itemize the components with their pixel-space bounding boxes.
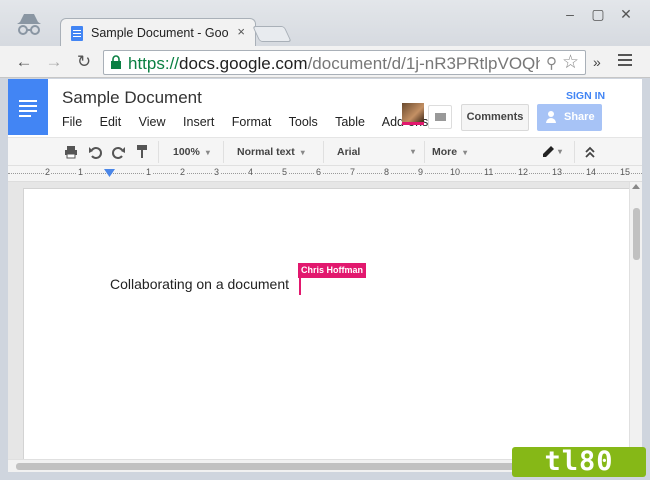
close-window-button[interactable]: ✕	[614, 6, 638, 23]
search-icon[interactable]: ⚲	[546, 54, 557, 72]
toolbar-separator	[323, 141, 324, 163]
undo-icon[interactable]	[88, 145, 102, 159]
ruler-number: 1	[77, 167, 85, 177]
share-button[interactable]: Share	[537, 104, 602, 131]
browser-menu-icon[interactable]	[618, 54, 632, 68]
window-frame-right	[642, 79, 650, 480]
ruler-number: 7	[349, 167, 357, 177]
ruler-number: 10	[449, 167, 462, 177]
scroll-up-arrow-icon[interactable]	[632, 184, 640, 189]
toolbar-separator	[158, 141, 159, 163]
site-watermark-logo: tl80	[512, 447, 646, 477]
toolbar-separator	[223, 141, 224, 163]
window-frame-left	[0, 79, 8, 480]
menu-edit[interactable]: Edit	[100, 115, 122, 129]
document-title[interactable]: Sample Document	[62, 88, 202, 108]
document-body-text[interactable]: Collaborating on a document	[110, 276, 289, 292]
ruler[interactable]: 2 1 1 2 3 4 5 6 7 8 9 10 11 12 13 14 15	[8, 166, 642, 182]
maximize-button[interactable]: ▢	[586, 6, 610, 23]
paint-format-icon[interactable]	[136, 144, 148, 159]
person-icon	[546, 111, 556, 123]
address-bar[interactable]: https://docs.google.com/document/d/1j-nR…	[103, 50, 586, 75]
sign-in-link[interactable]: SIGN IN	[566, 90, 605, 102]
bookmark-star-icon[interactable]: ☆	[562, 51, 579, 74]
chevron-down-icon[interactable]: ▾	[558, 143, 562, 161]
paragraph-style-select[interactable]: Normal text ▾	[237, 143, 305, 161]
new-tab-button[interactable]	[252, 26, 292, 42]
menu-table[interactable]: Table	[335, 115, 365, 129]
extensions-overflow-icon[interactable]: »	[593, 54, 601, 70]
comments-button[interactable]: Comments	[461, 104, 529, 131]
font-select[interactable]: Arial ▾	[337, 143, 415, 161]
ruler-number: 9	[417, 167, 425, 177]
menu-insert[interactable]: Insert	[183, 115, 214, 129]
tab-close-icon[interactable]: ×	[237, 24, 245, 39]
ruler-number: 3	[213, 167, 221, 177]
ruler-number: 1	[145, 167, 153, 177]
browser-nav-bar: ← → ↻ https://docs.google.com/document/d…	[0, 46, 650, 78]
collapse-chevron-icon[interactable]	[584, 146, 596, 158]
ruler-number: 5	[281, 167, 289, 177]
minimize-button[interactable]: –	[558, 6, 582, 22]
lock-icon	[111, 55, 121, 69]
menu-format[interactable]: Format	[232, 115, 272, 129]
toolbar-separator	[424, 141, 425, 163]
menu-file[interactable]: File	[62, 115, 82, 129]
menu-tools[interactable]: Tools	[289, 115, 318, 129]
collaborator-cursor	[299, 277, 301, 295]
ruler-number: 2	[179, 167, 187, 177]
docs-home-icon[interactable]	[8, 79, 48, 135]
menu-view[interactable]: View	[139, 115, 166, 129]
docs-menu-bar: File Edit View Insert Format Tools Table…	[62, 115, 442, 129]
tab-title: Sample Document - Goog	[91, 26, 229, 40]
ruler-number: 11	[483, 167, 495, 177]
ruler-number: 15	[619, 167, 632, 177]
document-page[interactable]: Collaborating on a document Chris Hoffma…	[23, 188, 630, 463]
document-canvas: Collaborating on a document Chris Hoffma…	[8, 182, 630, 463]
comment-icon[interactable]	[428, 105, 452, 129]
docs-header: Sample Document File Edit View Insert Fo…	[8, 79, 642, 137]
vertical-scrollbar[interactable]	[629, 182, 642, 459]
print-icon[interactable]	[64, 145, 78, 159]
horizontal-scroll-thumb[interactable]	[16, 463, 524, 470]
ruler-number: 12	[517, 167, 530, 177]
ruler-number: 6	[315, 167, 323, 177]
browser-title-bar: Sample Document - Goog × – ▢ ✕	[0, 0, 650, 46]
collaborator-avatar[interactable]	[402, 103, 424, 125]
reload-icon[interactable]: ↻	[72, 50, 96, 74]
ruler-number: 8	[383, 167, 391, 177]
ruler-number: 14	[585, 167, 598, 177]
docs-toolbar: 100% ▾ Normal text ▾ Arial ▾ More ▾ ▾	[8, 137, 642, 166]
incognito-icon	[17, 14, 41, 35]
ruler-ticks	[8, 173, 642, 174]
forward-arrow-icon[interactable]: →	[42, 50, 66, 74]
collaborator-cursor-label: Chris Hoffman	[298, 263, 367, 278]
redo-icon[interactable]	[112, 145, 126, 159]
back-arrow-icon[interactable]: ←	[12, 50, 36, 74]
ruler-number: 2	[44, 167, 52, 177]
zoom-select[interactable]: 100% ▾	[173, 143, 210, 161]
vertical-scroll-thumb[interactable]	[633, 208, 640, 260]
edit-pencil-icon[interactable]	[540, 144, 556, 160]
url-text: https://docs.google.com/document/d/1j-nR…	[128, 54, 540, 73]
ruler-number: 13	[551, 167, 564, 177]
ruler-number: 4	[247, 167, 255, 177]
more-button[interactable]: More ▾	[432, 143, 467, 161]
browser-tab[interactable]: Sample Document - Goog ×	[60, 18, 256, 46]
docs-favicon-icon	[71, 26, 83, 41]
toolbar-separator	[574, 141, 575, 163]
